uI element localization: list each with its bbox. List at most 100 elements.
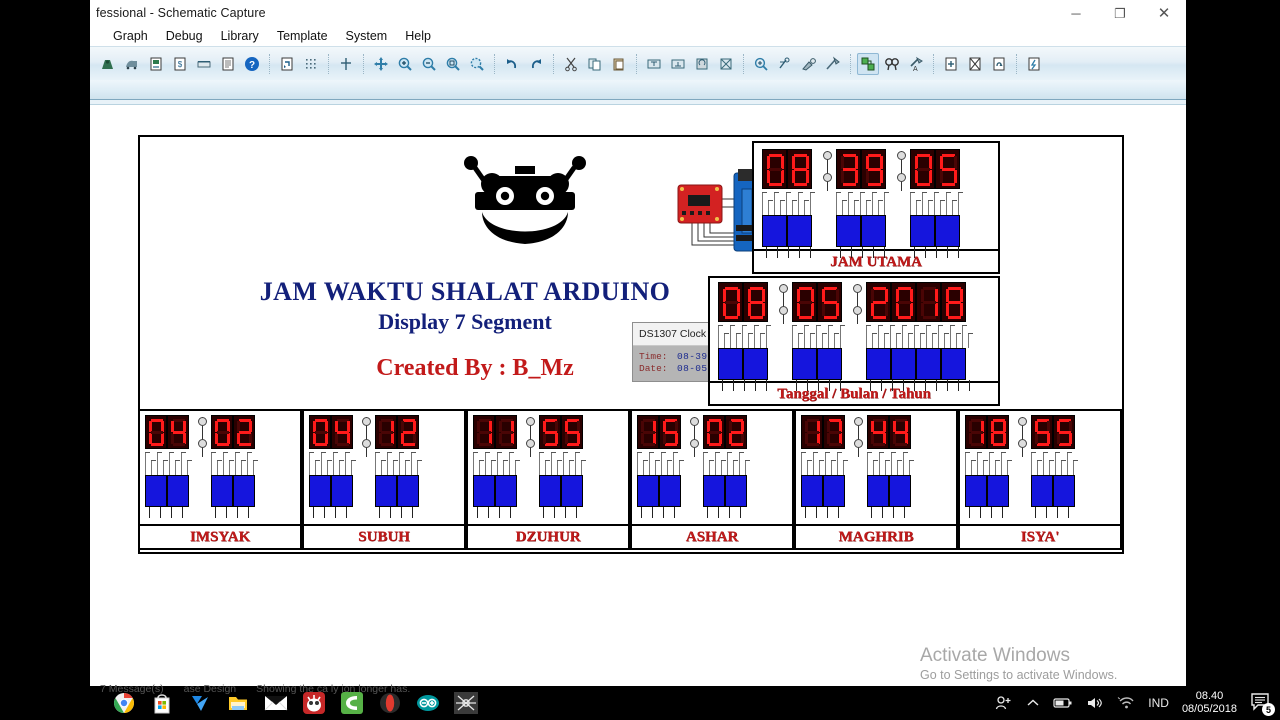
save-design-icon[interactable]: [145, 53, 167, 75]
property-assignment-icon[interactable]: A: [905, 53, 927, 75]
seven-segment-digit: [397, 415, 419, 449]
cut-icon[interactable]: [560, 53, 582, 75]
bcd-driver-ic: [801, 475, 823, 507]
wiring: [866, 322, 974, 348]
wifi-icon[interactable]: [1117, 696, 1135, 710]
digit-group: [1031, 415, 1079, 525]
bcd-driver-ic: [836, 215, 861, 247]
wiring: [703, 449, 751, 475]
schematic-canvas[interactable]: JAM WAKTU SHALAT ARDUINO Display 7 Segme…: [90, 105, 1186, 688]
seven-segment-digit: [965, 415, 987, 449]
block-copy-icon[interactable]: [643, 53, 665, 75]
seven-segment-digit: [935, 149, 960, 189]
new-project-icon[interactable]: [97, 53, 119, 75]
close-button[interactable]: ✕: [1142, 0, 1186, 26]
seven-segment-digit: [309, 415, 331, 449]
svg-text:A: A: [913, 66, 918, 72]
speaker-icon[interactable]: [1086, 696, 1104, 710]
driver-row: [910, 215, 964, 247]
zoom-in-icon[interactable]: [394, 53, 416, 75]
minimize-button[interactable]: ─: [1054, 0, 1098, 26]
window-controls: ─ ❐ ✕: [1054, 0, 1186, 26]
menu-graph[interactable]: Graph: [104, 28, 157, 44]
menu-system[interactable]: System: [337, 28, 397, 44]
open-design-icon[interactable]: [121, 53, 143, 75]
redo-icon[interactable]: [525, 53, 547, 75]
driver-row: [718, 348, 772, 380]
make-device-icon[interactable]: [774, 53, 796, 75]
seven-segment-digit: [743, 282, 768, 322]
digit-row: [836, 149, 890, 189]
notification-badge: 5: [1262, 703, 1275, 716]
help-icon[interactable]: ?: [241, 53, 263, 75]
colon-indicator: [850, 284, 864, 324]
driver-row: [703, 475, 751, 507]
pan-icon[interactable]: [370, 53, 392, 75]
origin-icon[interactable]: [335, 53, 357, 75]
menu-library[interactable]: Library: [212, 28, 268, 44]
schematic-sheet: JAM WAKTU SHALAT ARDUINO Display 7 Segme…: [138, 135, 1124, 554]
seven-segment-digit: [836, 149, 861, 189]
driver-row: [637, 475, 685, 507]
menu-help[interactable]: Help: [396, 28, 440, 44]
undo-icon[interactable]: [501, 53, 523, 75]
digit-group: [145, 415, 193, 525]
digit-row: [866, 282, 974, 322]
prayer-caption: ISYA': [960, 524, 1120, 548]
bcd-driver-ic: [743, 348, 768, 380]
packaging-tool-icon[interactable]: [798, 53, 820, 75]
proteus-window: fessional - Schematic Capture ─ ❐ ✕ Grap…: [90, 0, 1186, 688]
exit-sheet-icon[interactable]: [988, 53, 1010, 75]
export-section-icon[interactable]: [193, 53, 215, 75]
bill-of-materials-icon[interactable]: [1023, 53, 1045, 75]
toolbar-separator: [933, 53, 934, 74]
pick-device-icon[interactable]: [750, 53, 772, 75]
block-move-icon[interactable]: [667, 53, 689, 75]
bcd-driver-ic: [718, 348, 743, 380]
seven-segment-digit: [910, 149, 935, 189]
colon-indicator: [894, 151, 908, 191]
zoom-all-icon[interactable]: [442, 53, 464, 75]
robot-gear-logo: [460, 154, 590, 249]
import-section-icon[interactable]: $: [169, 53, 191, 75]
digit-row: [965, 415, 1013, 449]
notifications-icon[interactable]: 5: [1250, 691, 1275, 716]
copy-icon[interactable]: [584, 53, 606, 75]
zoom-out-icon[interactable]: [418, 53, 440, 75]
panel-prayer-subuh: SUBUH: [302, 409, 466, 550]
toggle-wire-autorouter-icon[interactable]: [857, 52, 879, 75]
new-sheet-icon[interactable]: [940, 53, 962, 75]
search-and-tag-icon[interactable]: [881, 53, 903, 75]
seven-segment-digit: [718, 282, 743, 322]
digit-group: [965, 415, 1013, 525]
chevron-up-icon[interactable]: [1026, 698, 1040, 708]
block-delete-icon[interactable]: [715, 53, 737, 75]
bcd-driver-ic: [792, 348, 817, 380]
toggle-grid-icon[interactable]: [300, 53, 322, 75]
language-indicator[interactable]: IND: [1148, 696, 1169, 710]
battery-icon[interactable]: [1053, 697, 1073, 709]
ds1307-time-label: Time:: [639, 351, 668, 362]
taskbar-clock[interactable]: 08.40 08/05/2018: [1182, 690, 1237, 716]
restore-button[interactable]: ❐: [1098, 0, 1142, 26]
decompose-icon[interactable]: [822, 53, 844, 75]
bcd-driver-ic: [703, 475, 725, 507]
zoom-area-icon[interactable]: [466, 53, 488, 75]
colon-indicator: [776, 284, 790, 324]
block-rotate-icon[interactable]: [691, 53, 713, 75]
menu-debug[interactable]: Debug: [157, 28, 212, 44]
driver-row: [309, 475, 357, 507]
print-design-icon[interactable]: [217, 53, 239, 75]
menu-template[interactable]: Template: [268, 28, 337, 44]
remove-sheet-icon[interactable]: [964, 53, 986, 75]
driver-pins: [309, 507, 357, 525]
driver-pins: [539, 507, 587, 525]
prayer-caption: IMSYAK: [140, 524, 300, 548]
digit-group: [309, 415, 357, 525]
wiring: [375, 449, 423, 475]
colon-indicator: [851, 417, 865, 457]
paste-icon[interactable]: [608, 53, 630, 75]
seven-segment-digit: [539, 415, 561, 449]
refresh-display-icon[interactable]: [276, 53, 298, 75]
prayer-caption: MAGHRIB: [796, 524, 956, 548]
